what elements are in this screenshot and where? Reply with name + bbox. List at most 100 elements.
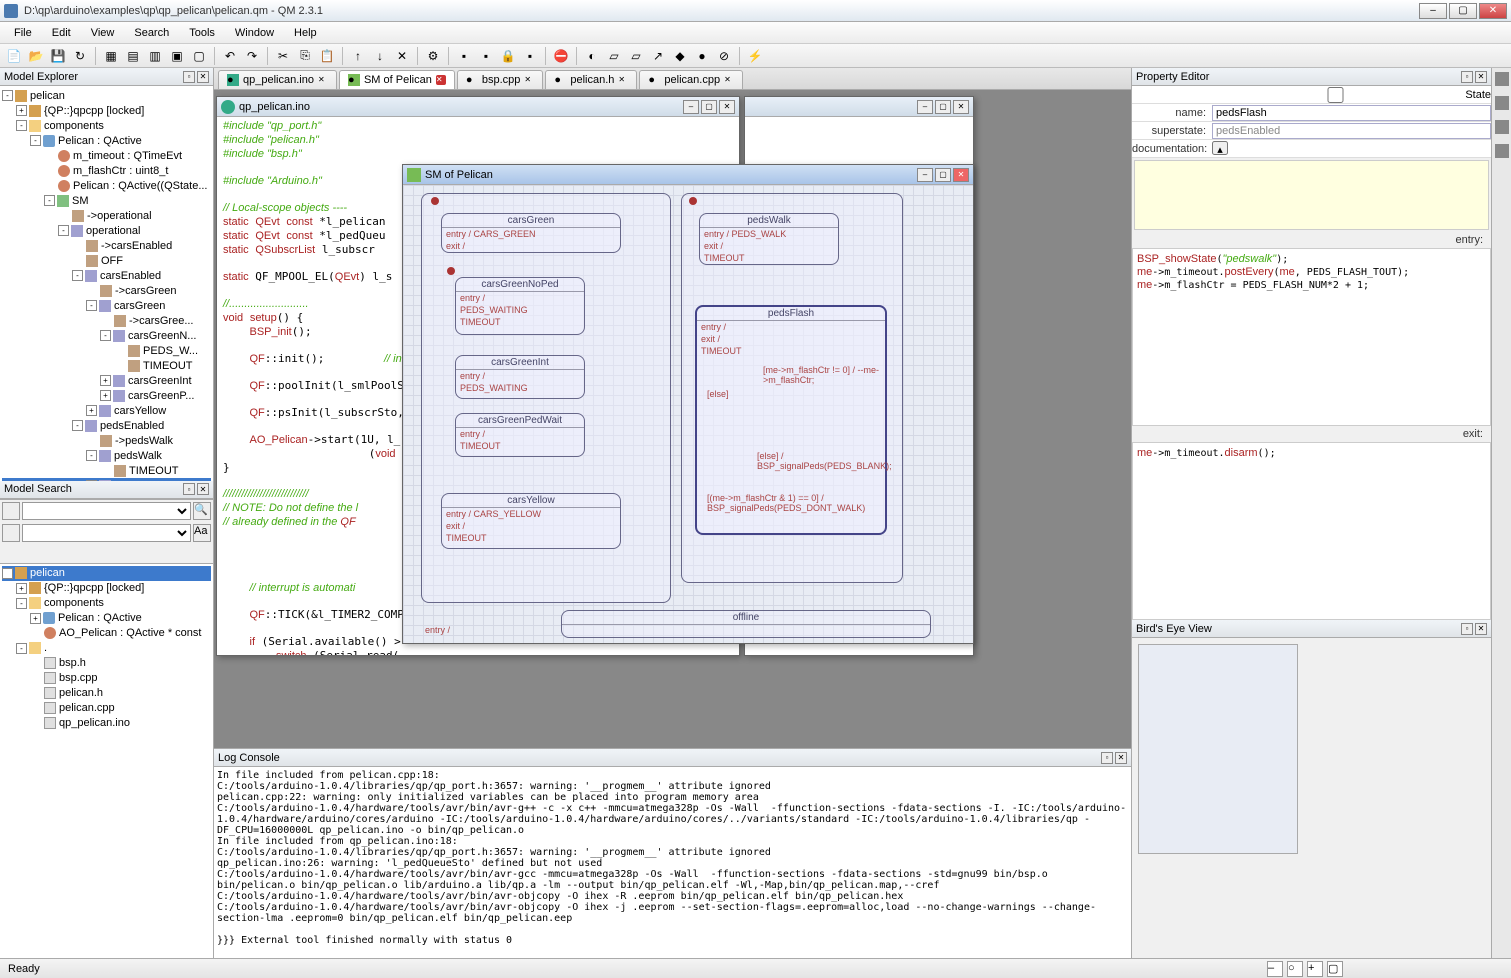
tree-item[interactable]: pelican.h — [2, 686, 211, 701]
state-pedsFlash[interactable]: pedsFlash entry / exit / TIMEOUT [me->m_… — [695, 305, 887, 535]
tab-close-icon[interactable]: ✕ — [318, 75, 328, 85]
tb-state-2[interactable]: ▱ — [604, 46, 624, 66]
mdi-close-button[interactable]: ✕ — [953, 100, 969, 114]
menu-view[interactable]: View — [83, 25, 123, 41]
panel-close-button[interactable]: ✕ — [197, 71, 209, 83]
open-button[interactable]: 📂 — [26, 46, 46, 66]
tree-item[interactable]: PEDS_W... — [2, 343, 211, 358]
tree-item[interactable]: Pelican : QActive((QState... — [2, 178, 211, 193]
zoom-out-button[interactable]: – — [1267, 961, 1283, 977]
birds-eye-view[interactable] — [1132, 638, 1491, 958]
tab-close-icon[interactable]: ✕ — [436, 75, 446, 85]
tab-pelican-h[interactable]: ●pelican.h✕ — [545, 70, 637, 89]
tree-item[interactable]: -carsGreen — [2, 298, 211, 313]
tree-item[interactable]: TIMEOUT — [2, 463, 211, 478]
zoom-reset-button[interactable]: ○ — [1287, 961, 1303, 977]
log-restore-button[interactable]: ▫ — [1101, 752, 1113, 764]
prop-restore-button[interactable]: ▫ — [1461, 71, 1473, 83]
model-explorer-tree[interactable]: -pelican+{QP::}qpcpp [locked]-components… — [0, 86, 213, 481]
tb-tool-1[interactable]: ⚡ — [745, 46, 765, 66]
tb-ext-3[interactable]: 🔒 — [498, 46, 518, 66]
cut-button[interactable]: ✂ — [273, 46, 293, 66]
tree-item[interactable]: ->operational — [2, 208, 211, 223]
tree-item[interactable]: pelican.cpp — [2, 701, 211, 716]
mdi-max-button[interactable]: ▢ — [701, 100, 717, 114]
tree-expander[interactable]: + — [16, 583, 27, 594]
tree-item[interactable]: ->carsGree... — [2, 313, 211, 328]
tree-item[interactable]: -pedsEnabled — [2, 418, 211, 433]
tree-item[interactable]: +{QP::}qpcpp [locked] — [2, 581, 211, 596]
minimize-button[interactable]: – — [1419, 3, 1447, 19]
tab-qp-pelican-ino[interactable]: ●qp_pelican.ino✕ — [218, 70, 337, 89]
side-tab-1[interactable] — [1495, 72, 1509, 86]
tree-expander[interactable]: - — [16, 598, 27, 609]
tree-item[interactable]: -carsGreenN... — [2, 328, 211, 343]
tree-expander[interactable]: - — [2, 568, 13, 579]
tb-state-4[interactable]: ↗ — [648, 46, 668, 66]
search-go-button[interactable]: 🔍 — [193, 502, 211, 520]
close-button[interactable]: ✕ — [1479, 3, 1507, 19]
tree-item[interactable]: -pelican — [2, 566, 211, 581]
tb-btn-2[interactable]: ▤ — [123, 46, 143, 66]
tree-item[interactable]: TIMEOUT — [2, 358, 211, 373]
tab-close-icon[interactable]: ✕ — [618, 75, 628, 85]
tree-item[interactable]: -components — [2, 596, 211, 611]
tree-item[interactable]: +{QP::}qpcpp [locked] — [2, 103, 211, 118]
tree-expander[interactable]: + — [30, 613, 41, 624]
search-panel-restore[interactable]: ▫ — [183, 483, 195, 495]
search-panel-close[interactable]: ✕ — [197, 483, 209, 495]
tb-state-3[interactable]: ▱ — [626, 46, 646, 66]
prop-type-checkbox[interactable] — [1212, 87, 1459, 103]
tb-ext-4[interactable]: ▪ — [520, 46, 540, 66]
tab-close-icon[interactable]: ✕ — [724, 75, 734, 85]
tb-btn-4[interactable]: ▣ — [167, 46, 187, 66]
paste-button[interactable]: 📋 — [317, 46, 337, 66]
search-combo-1[interactable] — [22, 502, 191, 520]
menu-file[interactable]: File — [6, 25, 40, 41]
tree-expander[interactable]: - — [86, 300, 97, 311]
menu-search[interactable]: Search — [126, 25, 177, 41]
tree-item[interactable]: -components — [2, 118, 211, 133]
delete-button[interactable]: ✕ — [392, 46, 412, 66]
tree-item[interactable]: bsp.h — [2, 656, 211, 671]
tab-sm-of-pelican[interactable]: ●SM of Pelican✕ — [339, 70, 455, 89]
prop-exit-code[interactable]: me->m_timeout.disarm(); — [1132, 442, 1491, 620]
tree-expander[interactable]: - — [86, 450, 97, 461]
generate-button[interactable]: ⚙ — [423, 46, 443, 66]
side-tab-3[interactable] — [1495, 120, 1509, 134]
tree-expander[interactable]: - — [58, 225, 69, 236]
birds-eye-thumbnail[interactable] — [1138, 644, 1298, 854]
menu-tools[interactable]: Tools — [181, 25, 223, 41]
tree-item[interactable]: OFF — [2, 253, 211, 268]
new-button[interactable]: 📄 — [4, 46, 24, 66]
tree-item[interactable]: AO_Pelican : QActive * const — [2, 626, 211, 641]
prop-name-input[interactable] — [1212, 105, 1491, 121]
tb-ext-1[interactable]: ▪ — [454, 46, 474, 66]
tab-pelican-cpp[interactable]: ●pelican.cpp✕ — [639, 70, 743, 89]
side-tab-4[interactable] — [1495, 144, 1509, 158]
tree-item[interactable]: +carsGreenInt — [2, 373, 211, 388]
search-text-button[interactable] — [2, 524, 20, 542]
mdi-close-button[interactable]: ✕ — [953, 168, 969, 182]
up-button[interactable]: ↑ — [348, 46, 368, 66]
tree-item[interactable]: ->carsGreen — [2, 283, 211, 298]
down-button[interactable]: ↓ — [370, 46, 390, 66]
prop-doc-area[interactable] — [1134, 160, 1489, 230]
tree-expander[interactable]: - — [2, 90, 13, 101]
mdi-min-button[interactable]: – — [683, 100, 699, 114]
tb-state-6[interactable]: ● — [692, 46, 712, 66]
tree-expander[interactable]: - — [16, 120, 27, 131]
tree-expander[interactable]: - — [30, 135, 41, 146]
tree-item[interactable]: ->carsEnabled — [2, 238, 211, 253]
state-diagram[interactable]: carsGreen entry / CARS_GREEN exit / cars… — [403, 185, 973, 643]
mdi-max-button[interactable]: ▢ — [935, 100, 951, 114]
tree-item[interactable]: +carsGreenP... — [2, 388, 211, 403]
tree-item[interactable]: -operational — [2, 223, 211, 238]
tree-item[interactable]: +carsYellow — [2, 403, 211, 418]
tree-expander[interactable]: + — [86, 405, 97, 416]
run-button[interactable]: ⛔ — [551, 46, 571, 66]
mdi-max-button[interactable]: ▢ — [935, 168, 951, 182]
search-case-button[interactable]: Aa — [193, 524, 211, 542]
menu-edit[interactable]: Edit — [44, 25, 79, 41]
tree-item[interactable]: -carsEnabled — [2, 268, 211, 283]
